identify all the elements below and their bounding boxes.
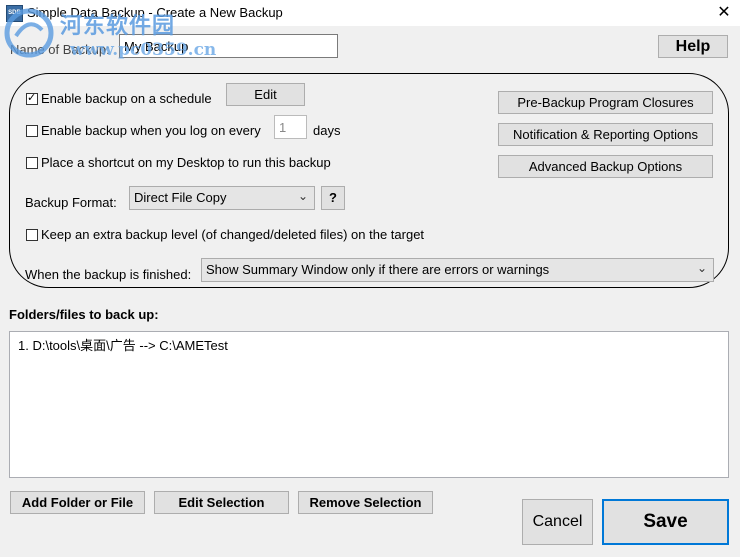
close-icon[interactable]: ✕ [712, 2, 736, 24]
backup-format-select[interactable]: Direct File Copy ⌄ [129, 186, 315, 210]
schedule-label: Enable backup on a schedule [41, 91, 212, 106]
name-of-backup-label: Name of Backup: [10, 42, 110, 57]
save-button[interactable]: Save [602, 499, 729, 545]
shortcut-checkbox[interactable] [26, 157, 38, 169]
logon-days-input[interactable] [274, 115, 307, 139]
add-folder-button[interactable]: Add Folder or File [10, 491, 145, 514]
edit-selection-button[interactable]: Edit Selection [154, 491, 289, 514]
cancel-button[interactable]: Cancel [522, 499, 593, 545]
finished-label: When the backup is finished: [25, 267, 192, 282]
format-help-button[interactable]: ? [321, 186, 345, 210]
chevron-down-icon: ⌄ [696, 261, 707, 275]
extra-level-label: Keep an extra backup level (of changed/d… [41, 227, 425, 242]
help-button[interactable]: Help [658, 35, 728, 58]
remove-selection-button[interactable]: Remove Selection [298, 491, 433, 514]
backup-name-input[interactable] [119, 34, 338, 58]
days-label: days [313, 123, 341, 138]
backup-format-value: Direct File Copy [134, 190, 227, 205]
list-item[interactable]: 1. D:\tools\桌面\广告 --> C:\AMETest [18, 335, 228, 354]
extra-level-checkbox[interactable] [26, 229, 38, 241]
finished-action-select[interactable]: Show Summary Window only if there are er… [201, 258, 714, 282]
notification-reporting-button[interactable]: Notification & Reporting Options [498, 123, 713, 146]
backup-format-label: Backup Format: [25, 195, 117, 210]
logon-label: Enable backup when you log on every [41, 123, 261, 138]
files-heading: Folders/files to back up: [9, 307, 159, 322]
advanced-options-button[interactable]: Advanced Backup Options [498, 155, 713, 178]
app-icon: SDB [6, 5, 23, 22]
files-list[interactable]: 1. D:\tools\桌面\广告 --> C:\AMETest [9, 331, 729, 478]
schedule-checkbox[interactable] [26, 91, 38, 105]
chevron-down-icon: ⌄ [297, 189, 308, 203]
shortcut-label: Place a shortcut on my Desktop to run th… [41, 155, 331, 170]
pre-backup-closures-button[interactable]: Pre-Backup Program Closures [498, 91, 713, 114]
finished-action-value: Show Summary Window only if there are er… [206, 262, 550, 277]
edit-schedule-button[interactable]: Edit [226, 83, 305, 106]
window-title: Simple Data Backup - Create a New Backup [27, 5, 283, 20]
logon-checkbox[interactable] [26, 125, 38, 137]
